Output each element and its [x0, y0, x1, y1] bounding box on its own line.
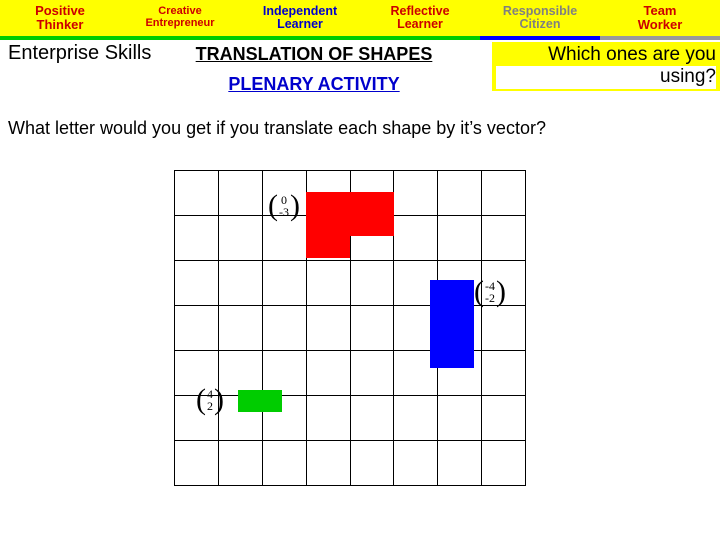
skill-tab-line2: Entrepreneur	[145, 17, 215, 29]
grid-cell	[305, 440, 351, 486]
green-shape-vector-label: ( 4 2 )	[196, 383, 224, 416]
grid-cell	[437, 170, 483, 216]
red-shape-part-top	[306, 192, 394, 236]
grid-cell	[174, 305, 219, 351]
blue-shape-vector-label: ( -4 -2 )	[474, 275, 506, 308]
grid-cell	[261, 260, 307, 306]
vector-y: -3	[279, 205, 289, 219]
enterprise-skills-label: Enterprise Skills	[8, 42, 152, 64]
red-shape-part-bottom	[306, 236, 350, 258]
grid-cell	[393, 440, 439, 486]
grid-cell	[437, 215, 483, 261]
skill-tab-line1: Positive	[35, 3, 85, 19]
grid-cell	[217, 350, 263, 396]
vector-paren-open: (	[196, 383, 206, 416]
grid-cell	[393, 170, 439, 216]
vector-y: -2	[485, 291, 495, 305]
grid-cell	[261, 215, 307, 261]
green-shape	[238, 390, 282, 412]
grid-cell	[261, 305, 307, 351]
grid-cell	[217, 170, 263, 216]
skill-tab-line2: Citizen	[519, 17, 561, 31]
skill-tab-responsible-citizen[interactable]: Responsible Citizen	[480, 0, 600, 40]
grid-cell	[349, 395, 395, 441]
grid-cell	[349, 305, 395, 351]
skill-tab-line2: Thinker	[36, 17, 84, 32]
grid-cell	[393, 395, 439, 441]
skill-tab-line2: Worker	[637, 17, 683, 32]
grid-cell	[481, 215, 526, 261]
vector-paren-close: )	[290, 189, 300, 222]
callout-which-ones: Which ones are you using?	[492, 42, 720, 91]
skill-tab-independent-learner[interactable]: Independent Learner	[240, 0, 360, 40]
grid-cell	[305, 260, 351, 306]
skill-tab-positive-thinker[interactable]: Positive Thinker	[0, 0, 120, 40]
grid-cell	[174, 440, 219, 486]
grid-cell	[217, 260, 263, 306]
skill-tab-line1: Team	[643, 3, 677, 19]
grid-cell	[217, 440, 263, 486]
skill-tab-line2: Learner	[277, 17, 323, 31]
grid-cell	[481, 305, 526, 351]
blue-shape	[430, 280, 474, 368]
coordinate-grid: ( 0 -3 ) ( -4 -2 ) ( 4 2 )	[174, 170, 526, 486]
vector-components: 0 -3	[278, 194, 290, 218]
grid-cell	[393, 215, 439, 261]
page-subtitle: PLENARY ACTIVITY	[228, 74, 400, 94]
grid-cell	[481, 440, 526, 486]
vector-components: -4 -2	[484, 280, 496, 304]
vector-components: 4 2	[206, 388, 214, 412]
grid-cell	[305, 350, 351, 396]
grid-cell	[481, 395, 526, 441]
skill-tab-reflective-learner[interactable]: Reflective Learner	[360, 0, 480, 40]
grid-cell	[349, 260, 395, 306]
vector-y: 2	[207, 399, 213, 413]
grid-cell	[261, 440, 307, 486]
skills-banner: Positive Thinker Creative Entrepreneur I…	[0, 0, 720, 40]
grid-cell	[349, 440, 395, 486]
grid-cell	[349, 350, 395, 396]
grid-cell	[217, 305, 263, 351]
skill-tab-line2: Learner	[397, 17, 443, 31]
red-shape-vector-label: ( 0 -3 )	[268, 189, 300, 222]
grid-row	[174, 395, 526, 441]
skill-tab-creative-entrepreneur[interactable]: Creative Entrepreneur	[120, 0, 240, 40]
grid-cell	[305, 395, 351, 441]
vector-paren-open: (	[268, 189, 278, 222]
grid-cell	[261, 350, 307, 396]
grid-cell	[305, 305, 351, 351]
grid-cell	[437, 440, 483, 486]
callout-line-2: using?	[496, 66, 716, 89]
callout-line-1: Which ones are you	[548, 44, 716, 65]
grid-cell	[174, 215, 219, 261]
grid-cell	[217, 215, 263, 261]
grid-cell	[481, 170, 526, 216]
vector-paren-close: )	[496, 275, 506, 308]
page-title: TRANSLATION OF SHAPES	[164, 44, 464, 65]
vector-paren-open: (	[474, 275, 484, 308]
grid-cell	[437, 395, 483, 441]
question-text: What letter would you get if you transla…	[8, 118, 546, 138]
grid-cell	[174, 260, 219, 306]
grid-row	[174, 440, 526, 486]
grid-cell	[174, 170, 219, 216]
grid-cell	[481, 350, 526, 396]
vector-paren-close: )	[214, 383, 224, 416]
skill-tab-team-worker[interactable]: Team Worker	[600, 0, 720, 40]
